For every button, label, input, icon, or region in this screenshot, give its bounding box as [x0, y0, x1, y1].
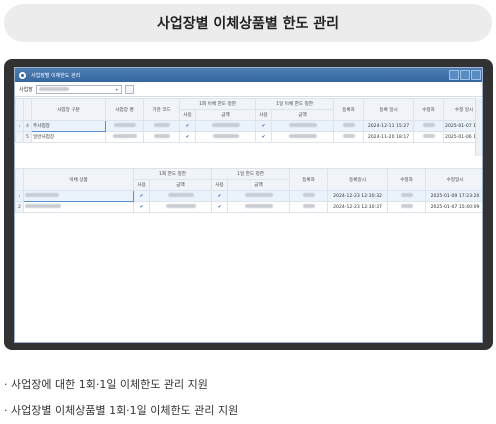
- col-header-reg-date[interactable]: 등록 일시: [363, 98, 415, 121]
- business-limit-grid: 사업장 구분 사업장 명 기관 코드 1회 이체 한도 정한 1일 이체 한도 …: [15, 98, 482, 143]
- check-icon[interactable]: ✔: [255, 131, 273, 143]
- check-icon[interactable]: ✔: [211, 190, 229, 202]
- col-group-daily-limit: 1일 이체 한도 정한: [255, 98, 335, 110]
- check-icon[interactable]: ✔: [179, 120, 196, 132]
- table-row[interactable]: › ✔ ✔ 2024-12-23 12:30:32 2025-01-09 17:…: [15, 190, 482, 202]
- app-logo-icon: [19, 71, 26, 79]
- check-icon[interactable]: ✔: [179, 131, 196, 143]
- cell-registrar[interactable]: [333, 131, 365, 143]
- col-header-daily-use[interactable]: 사용: [211, 179, 229, 191]
- col-header-once-amount[interactable]: 금액: [148, 179, 213, 191]
- cell-org-code[interactable]: [143, 120, 180, 132]
- feature-list: · 사업장에 대한 1회·1일 이체한도 관리 지원 · 사업장별 이체상품별 …: [4, 372, 238, 424]
- cell-reg-date[interactable]: 2024-12-23 12:30:32: [327, 190, 389, 202]
- col-group-once-limit: 1회 한도 정한: [132, 168, 213, 180]
- page-title: 사업장별 이체상품별 한도 관리: [4, 4, 492, 42]
- cell-reg-date[interactable]: 2024-12-23 12:30:37: [327, 201, 389, 213]
- cell-product[interactable]: [23, 201, 134, 213]
- row-indicator: [15, 131, 24, 143]
- redacted-value: [38, 87, 69, 91]
- row-header-corner: [15, 168, 24, 191]
- business-select[interactable]: ▾: [35, 84, 122, 94]
- screenshot-frame: 사업장별 이체한도 관리 사업장 ▾ 사업장 구분 사업장 명 기관 코드 1회…: [4, 59, 493, 350]
- col-header-mod-date[interactable]: 수정일시: [425, 168, 482, 191]
- col-header-registrar[interactable]: 등록자: [289, 168, 329, 191]
- product-limit-grid: 이체 상품 1회 한도 정한 1일 한도 정한 등록자 등록일시 수정자 수정일…: [15, 168, 482, 213]
- col-header-daily-use[interactable]: 사용: [255, 109, 273, 121]
- cell-registrar[interactable]: [333, 120, 365, 132]
- row-number: 2: [15, 201, 24, 213]
- filter-bar: 사업장 ▾: [15, 82, 482, 97]
- row-indicator-icon: ›: [15, 190, 24, 202]
- cell-once-amount[interactable]: [194, 131, 257, 143]
- close-button[interactable]: [471, 70, 481, 80]
- window-title: 사업장별 이체한도 관리: [31, 72, 81, 79]
- col-header-reg-date[interactable]: 등록일시: [327, 168, 389, 191]
- cell-daily-amount[interactable]: [227, 190, 291, 202]
- cell-daily-amount[interactable]: [271, 120, 335, 132]
- cell-biz-type[interactable]: 주사업장: [31, 120, 106, 132]
- row-number: 5: [23, 131, 32, 143]
- row-number: 4: [23, 120, 32, 132]
- window-titlebar: 사업장별 이체한도 관리: [15, 68, 482, 82]
- cell-once-amount[interactable]: [148, 190, 213, 202]
- search-button[interactable]: [124, 84, 134, 94]
- col-header-once-use[interactable]: 사용: [133, 179, 150, 191]
- col-header-biz-type[interactable]: 사업장 구분: [31, 98, 106, 121]
- col-group-daily-limit: 1일 한도 정한: [211, 168, 291, 180]
- col-header-once-amount[interactable]: 금액: [194, 109, 257, 121]
- feature-item: · 사업장별 이체상품별 1회·1일 이체한도 관리 지원: [4, 404, 239, 417]
- cell-biz-name[interactable]: [105, 131, 144, 143]
- check-icon[interactable]: ✔: [211, 201, 229, 213]
- col-header-once-use[interactable]: 사용: [179, 109, 196, 121]
- cell-reg-date[interactable]: 2024-11-20 18:17: [363, 131, 415, 143]
- vertical-scrollbar[interactable]: [475, 98, 482, 156]
- cell-mod-date[interactable]: 2025-01-09 17:23:20: [425, 190, 482, 202]
- chevron-down-icon: ▾: [115, 86, 118, 92]
- row-indicator-icon: ›: [15, 120, 24, 132]
- col-header-product[interactable]: 이체 상품: [23, 168, 134, 191]
- col-header-daily-amount[interactable]: 금액: [227, 179, 291, 191]
- cell-reg-date[interactable]: 2024-12-11 15:27: [363, 120, 415, 132]
- cell-modifier[interactable]: [413, 120, 445, 132]
- cell-biz-name[interactable]: [105, 120, 144, 132]
- col-header-modifier[interactable]: 수정자: [413, 98, 445, 121]
- check-icon[interactable]: ✔: [255, 120, 273, 132]
- col-header-registrar[interactable]: 등록자: [333, 98, 365, 121]
- col-group-once-limit: 1회 이체 한도 정한: [178, 98, 257, 110]
- filter-label: 사업장: [19, 86, 33, 93]
- cell-product[interactable]: [23, 190, 134, 202]
- col-header-biz-name[interactable]: 사업장 명: [105, 98, 144, 121]
- cell-modifier[interactable]: [387, 190, 427, 202]
- cell-modifier[interactable]: [413, 131, 445, 143]
- cell-modifier[interactable]: [387, 201, 427, 213]
- check-icon[interactable]: ✔: [133, 190, 150, 202]
- cell-daily-amount[interactable]: [227, 201, 291, 213]
- check-icon[interactable]: ✔: [133, 201, 150, 213]
- row-header-corner: [15, 98, 24, 121]
- cell-biz-type[interactable]: 일반사업장: [31, 131, 106, 143]
- col-header-modifier[interactable]: 수정자: [387, 168, 427, 191]
- cell-registrar[interactable]: [289, 201, 329, 213]
- table-row[interactable]: › 4 주사업장 ✔ ✔ 2024-12-11 15:27 2025-01-07…: [15, 120, 482, 132]
- cell-mod-date[interactable]: 2025-01-07 15:40:09: [425, 201, 482, 213]
- cell-registrar[interactable]: [289, 190, 329, 202]
- table-row[interactable]: 5 일반사업장 ✔ ✔ 2024-11-20 18:17 2025-01-06 …: [15, 131, 482, 143]
- cell-daily-amount[interactable]: [271, 131, 335, 143]
- col-header-org-code[interactable]: 기관 코드: [143, 98, 180, 121]
- minimize-button[interactable]: [449, 70, 459, 80]
- row-marker-header: [23, 98, 32, 121]
- feature-item: · 사업장에 대한 1회·1일 이체한도 관리 지원: [4, 378, 208, 391]
- maximize-button[interactable]: [460, 70, 470, 80]
- col-header-daily-amount[interactable]: 금액: [271, 109, 335, 121]
- app-window: 사업장별 이체한도 관리 사업장 ▾ 사업장 구분 사업장 명 기관 코드 1회…: [14, 67, 483, 343]
- cell-once-amount[interactable]: [148, 201, 213, 213]
- table-row[interactable]: 2 ✔ ✔ 2024-12-23 12:30:37 2025-01-07 15:…: [15, 201, 482, 213]
- cell-org-code[interactable]: [143, 131, 180, 143]
- cell-once-amount[interactable]: [194, 120, 257, 132]
